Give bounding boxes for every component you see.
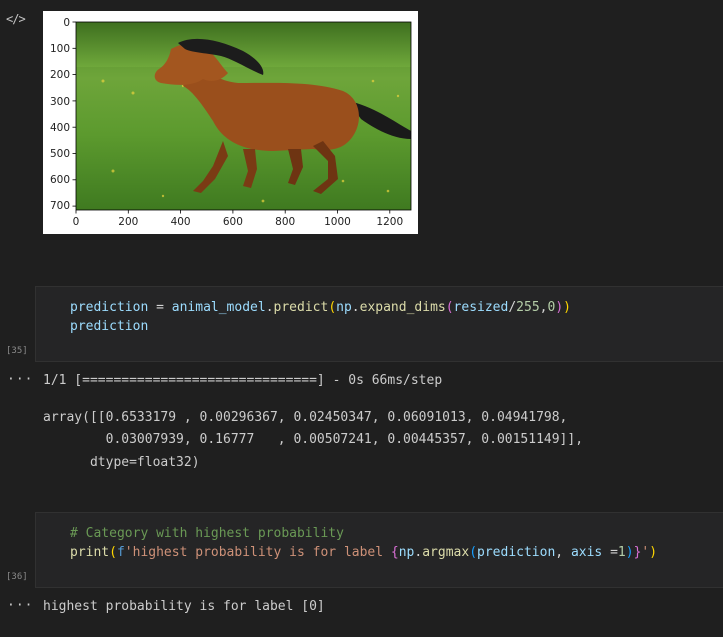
code-token: argmax [422,545,470,560]
code-token: print [70,545,110,560]
code-token: ) [625,545,634,560]
code-token: ( [469,545,478,560]
x-tick: 1000 [324,216,351,228]
y-tick: 100 [50,43,70,55]
y-tick: 0 [63,17,70,29]
code-token: 255 [516,300,540,315]
y-axis: 0 100 200 300 400 500 600 700 [50,17,76,212]
execution-count: [35] [6,346,28,356]
code-cell-36[interactable]: # Category with highest probability prin… [35,512,723,588]
y-tick: 500 [50,148,70,160]
code-cell-35[interactable]: prediction = animal_model.predict(np.exp… [35,286,723,362]
array-output-line: dtype=float32) [43,455,200,470]
code-token: / [508,300,517,315]
code-token: predict [273,300,329,315]
code-token: prediction [477,545,556,560]
output-menu-icon[interactable]: ··· [7,598,33,613]
code-token: ( [109,545,117,560]
code-line[interactable]: prediction = animal_model.predict(np.exp… [70,300,571,315]
code-token: expand_dims [359,300,446,315]
code-icon[interactable]: </> [6,12,26,26]
print-output: highest probability is for label [0] [43,599,325,614]
y-tick: 400 [50,122,70,134]
code-token: . [265,300,274,315]
array-output-line: 0.03007939, 0.16777 , 0.00507241, 0.0044… [43,432,584,447]
x-tick: 200 [118,216,138,228]
output-menu-icon[interactable]: ··· [7,372,33,387]
code-token: { [390,545,399,560]
code-token: ) [649,545,658,560]
x-tick: 400 [171,216,191,228]
horse-photo [76,22,411,210]
x-tick: 800 [275,216,295,228]
code-token: f [116,545,125,560]
output-plot: 0 100 200 300 400 500 600 700 0 200 400 … [43,11,418,234]
code-token: prediction [70,300,149,315]
y-tick: 200 [50,69,70,81]
code-token: , [555,545,571,560]
code-comment[interactable]: # Category with highest probability [70,526,344,541]
code-token: 'highest probability is for label [124,545,391,560]
x-tick: 1200 [376,216,403,228]
y-tick: 300 [50,96,70,108]
code-token: resized [453,300,509,315]
code-token: ( [445,300,454,315]
progress-output: 1/1 [==============================] - 0… [43,373,443,388]
code-token: . [351,300,360,315]
code-token: = [602,545,618,560]
x-axis: 0 200 400 600 800 1000 1200 [73,210,403,228]
code-token: axis [570,545,603,560]
code-token: np [398,545,415,560]
code-token: ) [563,300,571,315]
execution-count: [36] [6,572,28,582]
code-token: np [336,300,352,315]
code-token: animal_model [171,300,266,315]
x-tick: 0 [73,216,80,228]
code-line[interactable]: prediction [70,319,148,334]
code-token: ( [328,300,337,315]
code-token: 1 [617,545,626,560]
y-tick: 600 [50,174,70,186]
code-token: ) [555,300,564,315]
x-tick: 600 [223,216,243,228]
y-tick: 700 [50,200,70,212]
plot-svg: 0 100 200 300 400 500 600 700 0 200 400 … [50,17,412,228]
code-line[interactable]: print(f'highest probability is for label… [70,545,657,560]
code-token: = [148,300,172,315]
array-output-line: array([[0.6533179 , 0.00296367, 0.024503… [43,410,568,425]
